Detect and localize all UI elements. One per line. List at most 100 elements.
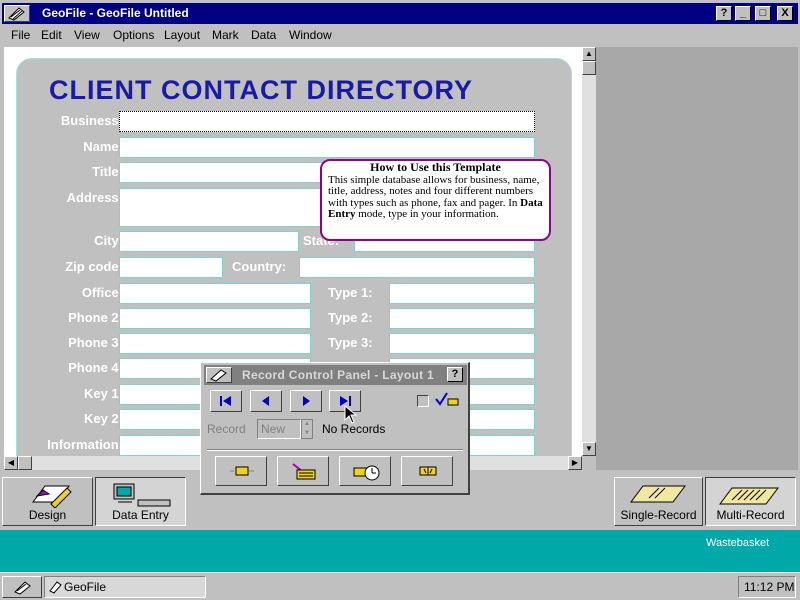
clock-record-icon [353, 465, 380, 481]
design-mode-button[interactable]: Design [2, 477, 93, 526]
menu-bar: File Edit View Options Layout Mark Data … [2, 26, 798, 46]
menu-file[interactable]: File [11, 28, 30, 42]
app-menu-icon[interactable] [4, 5, 30, 22]
clock-time: 11:12 PM [744, 580, 795, 594]
multi-record-label: Multi-Record [716, 508, 785, 522]
start-button[interactable] [2, 576, 42, 598]
taskbar-app-label: GeoFile [64, 580, 107, 594]
record-status: No Records [322, 422, 386, 436]
multi-record-button[interactable]: Multi-Record [705, 477, 796, 526]
name-field[interactable] [119, 137, 535, 158]
scroll-up-icon[interactable]: ▲ [582, 47, 596, 61]
vertical-scrollbar[interactable]: ▲ ▼ [582, 47, 596, 456]
type1-field[interactable] [389, 283, 535, 304]
scroll-thumb[interactable] [582, 61, 596, 75]
label-country: Country: [232, 259, 287, 274]
first-record-button[interactable] [210, 390, 242, 412]
label-information: Information: [47, 437, 123, 452]
menu-mark[interactable]: Mark [212, 28, 239, 42]
scroll-right-icon[interactable]: ▶ [568, 456, 582, 470]
minimize-icon: _ [739, 7, 747, 19]
single-record-label: Single-Record [620, 508, 697, 522]
template-help-tooltip: How to Use this Template This simple dat… [320, 159, 551, 241]
label-name: Name: [83, 139, 123, 154]
country-field[interactable] [299, 257, 535, 278]
maximize-icon: □ [759, 7, 767, 19]
title-bar[interactable]: GeoFile - GeoFile Untitled ? _ □ X [2, 3, 798, 24]
label-type1: Type 1: [328, 285, 373, 300]
label-type3: Type 3: [328, 335, 373, 350]
phone2-field[interactable] [119, 308, 311, 329]
file-drawer-icon [292, 463, 316, 480]
record-panel-title: Record Control Panel - Layout 1 [242, 368, 434, 382]
menu-data[interactable]: Data [251, 28, 276, 42]
mark-checkbox[interactable] [417, 395, 429, 407]
hscroll-thumb[interactable] [18, 456, 32, 470]
menu-options[interactable]: Options [113, 28, 154, 42]
panel-divider [207, 449, 463, 451]
previous-record-icon [262, 396, 269, 406]
label-business: Business: [60, 113, 123, 128]
record-panel-title-bar[interactable]: Record Control Panel - Layout 1 ? [204, 365, 467, 385]
start-icon [14, 581, 31, 595]
record-number-field[interactable]: New [257, 419, 301, 439]
timed-record-button[interactable] [339, 456, 391, 486]
scroll-down-icon[interactable]: ▼ [582, 442, 596, 456]
menu-view[interactable]: View [74, 28, 100, 42]
menu-edit[interactable]: Edit [41, 28, 62, 42]
panel-menu-icon[interactable] [206, 367, 232, 383]
record-label: Record [207, 422, 246, 436]
maximize-button[interactable]: □ [755, 6, 771, 21]
data-entry-label: Data Entry [112, 508, 169, 522]
window-title: GeoFile - GeoFile Untitled [42, 6, 189, 20]
design-label: Design [28, 508, 67, 522]
type2-field[interactable] [389, 308, 535, 329]
type3-field[interactable] [389, 333, 535, 354]
city-field[interactable] [119, 231, 299, 252]
label-zip: Zip code: [65, 259, 123, 274]
office-phone-field[interactable] [119, 283, 311, 304]
duplicate-record-button[interactable] [401, 456, 453, 486]
single-record-button[interactable]: Single-Record [614, 477, 703, 526]
close-icon: X [781, 7, 789, 19]
next-record-icon [303, 396, 310, 406]
label-address: Address: [66, 190, 123, 205]
close-button[interactable]: X [777, 6, 793, 21]
phone3-field[interactable] [119, 333, 311, 354]
business-field[interactable] [119, 111, 535, 132]
single-record-icon [630, 485, 686, 503]
panel-help-button[interactable]: ? [447, 367, 463, 382]
data-entry-mode-button[interactable]: Data Entry [95, 477, 186, 526]
next-record-button[interactable] [290, 390, 322, 412]
computer-icon [113, 483, 171, 507]
label-key2: Key 2: [83, 411, 123, 426]
tooltip-body: This simple database allows for business… [328, 174, 543, 221]
label-key1: Key 1: [83, 386, 123, 401]
right-pane [596, 47, 798, 470]
clock: 11:12 PM [738, 576, 796, 598]
previous-record-button[interactable] [250, 390, 282, 412]
geofile-icon [49, 581, 62, 594]
taskbar-app-button[interactable]: GeoFile [44, 576, 206, 598]
add-to-file-button[interactable] [277, 456, 329, 486]
label-phone2: Phone 2: [68, 310, 123, 325]
new-record-icon [230, 466, 254, 476]
minimize-button[interactable]: _ [735, 6, 751, 21]
scroll-left-icon[interactable]: ◀ [4, 456, 18, 470]
menu-layout[interactable]: Layout [164, 28, 200, 42]
duplicate-record-icon [419, 466, 437, 476]
label-type2: Type 2: [328, 310, 373, 325]
label-phone4: Phone 4: [68, 360, 123, 375]
zip-field[interactable] [119, 257, 223, 278]
tooltip-text-2: mode, type in your information. [355, 208, 499, 220]
record-spinner[interactable]: ▲ ▼ [301, 419, 313, 439]
form-title: CLIENT CONTACT DIRECTORY [49, 75, 473, 105]
tooltip-title: How to Use this Template [370, 160, 501, 174]
marked-records-icon [435, 392, 459, 406]
new-record-button[interactable] [215, 456, 267, 486]
help-button[interactable]: ? [716, 6, 732, 21]
menu-window[interactable]: Window [289, 28, 332, 42]
record-control-panel: Record Control Panel - Layout 1 ? Record… [200, 362, 470, 495]
taskbar: GeoFile 11:12 PM [0, 572, 800, 600]
wastebasket-label[interactable]: Wastebasket [706, 537, 769, 549]
